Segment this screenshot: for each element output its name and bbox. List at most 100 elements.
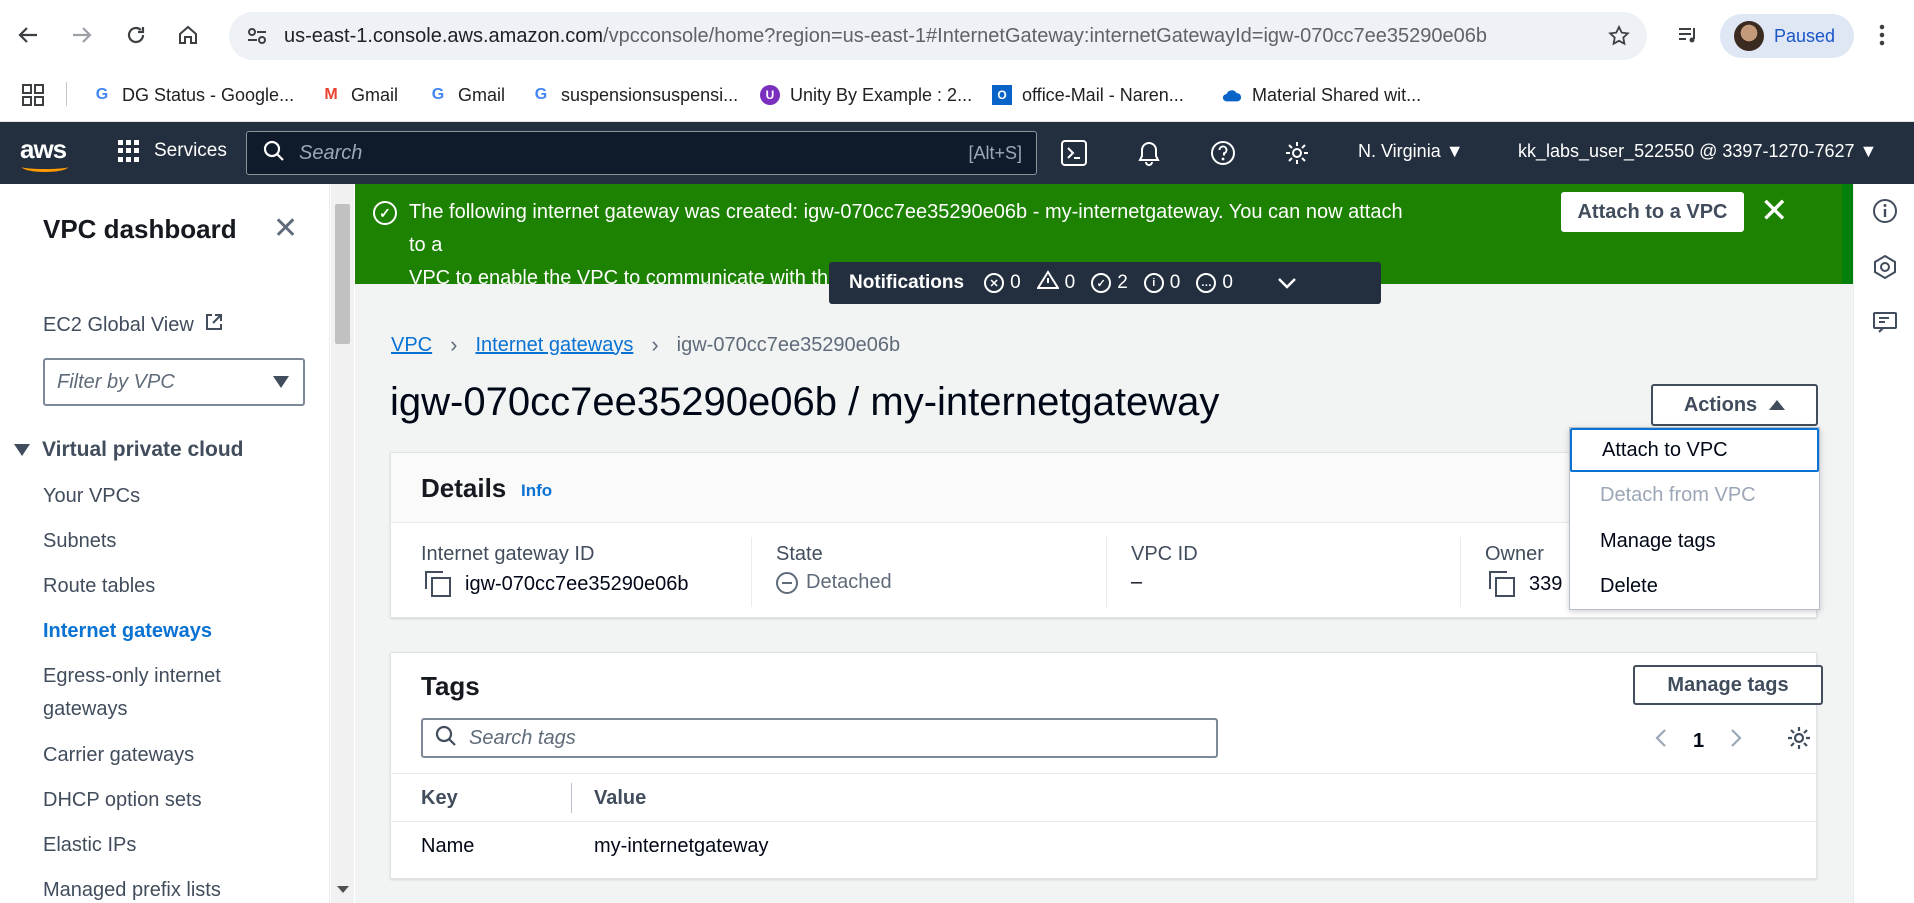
table-header-top-border bbox=[391, 773, 1816, 774]
apps-icon[interactable] bbox=[22, 80, 44, 110]
state-value: Detached bbox=[776, 571, 892, 594]
bookmark-label: Gmail bbox=[458, 84, 506, 105]
reload-icon[interactable] bbox=[118, 17, 154, 53]
column-divider bbox=[751, 537, 752, 607]
close-icon[interactable]: ✕ bbox=[1760, 194, 1789, 228]
sidebar-item-elastic-ips[interactable]: Elastic IPs bbox=[43, 834, 136, 857]
attach-to-vpc-button[interactable]: Attach to a VPC bbox=[1561, 192, 1744, 232]
sidebar-section-label: Virtual private cloud bbox=[42, 438, 244, 461]
bookmark-dg-status[interactable]: G DG Status - Google... bbox=[92, 80, 294, 110]
menu-item-attach-to-vpc[interactable]: Attach to VPC bbox=[1570, 428, 1819, 472]
breadcrumb-internet-gateways-link[interactable]: Internet gateways bbox=[475, 334, 633, 357]
profile-button[interactable]: Paused bbox=[1720, 14, 1854, 58]
breadcrumb-vpc-link[interactable]: VPC bbox=[391, 334, 432, 357]
aws-top-nav: aws Services Search [Alt+S] N. Virginia … bbox=[0, 122, 1914, 184]
sidebar-item-egress-only-cont[interactable]: gateways bbox=[43, 698, 128, 721]
success-count-value: 2 bbox=[1117, 272, 1128, 293]
scrollbar-thumb[interactable] bbox=[335, 204, 350, 344]
home-icon[interactable] bbox=[170, 17, 206, 53]
google-icon: G bbox=[534, 86, 548, 103]
region-selector[interactable]: N. Virginia ▼ bbox=[1358, 141, 1464, 162]
bookmark-gmail-1[interactable]: M Gmail bbox=[321, 80, 398, 110]
bookmark-office-mail[interactable]: Ooffice-Mail - Naren... bbox=[992, 80, 1184, 110]
sidebar-item-route-tables[interactable]: Route tables bbox=[43, 575, 155, 598]
actions-button[interactable]: Actions bbox=[1651, 384, 1818, 426]
aws-search-input[interactable]: Search [Alt+S] bbox=[246, 131, 1037, 175]
chevron-right-icon[interactable] bbox=[1730, 728, 1742, 754]
url-text: us-east-1.console.aws.amazon.com/vpccons… bbox=[284, 25, 1487, 48]
browser-menu-icon[interactable] bbox=[1864, 17, 1900, 53]
sidebar-item-managed-prefix-lists[interactable]: Managed prefix lists bbox=[43, 879, 221, 902]
media-controls-icon[interactable] bbox=[1670, 17, 1706, 53]
check-circle-icon: ✓ bbox=[1091, 273, 1112, 293]
copy-icon[interactable] bbox=[1489, 571, 1515, 597]
hexagon-settings-icon[interactable] bbox=[1872, 254, 1898, 280]
sidebar-section-virtual-private-cloud[interactable]: Virtual private cloud bbox=[14, 438, 244, 462]
feedback-icon[interactable] bbox=[1872, 310, 1898, 336]
back-icon[interactable] bbox=[10, 17, 46, 53]
manage-tags-button[interactable]: Manage tags bbox=[1633, 665, 1823, 705]
column-resizer[interactable] bbox=[571, 783, 572, 813]
search-shortcut: [Alt+S] bbox=[968, 143, 1022, 163]
chevron-left-icon[interactable] bbox=[1655, 728, 1667, 754]
profile-status: Paused bbox=[1774, 25, 1836, 46]
sidebar-item-egress-only[interactable]: Egress-only internet bbox=[43, 665, 221, 688]
copy-icon[interactable] bbox=[425, 571, 451, 597]
column-header-value[interactable]: Value bbox=[594, 787, 646, 810]
bookmark-star-icon[interactable] bbox=[1607, 24, 1631, 53]
help-icon[interactable] bbox=[1208, 138, 1238, 168]
bell-icon[interactable] bbox=[1134, 138, 1164, 168]
sidebar-item-dhcp-option-sets[interactable]: DHCP option sets bbox=[43, 789, 202, 812]
scroll-down-icon[interactable] bbox=[337, 886, 349, 893]
owner-label: Owner bbox=[1485, 543, 1544, 565]
settings-gear-icon[interactable] bbox=[1282, 138, 1312, 168]
url-path: /vpcconsole/home?region=us-east-1#Intern… bbox=[603, 25, 1487, 47]
tags-title: Tags bbox=[421, 671, 480, 701]
error-count-value: 0 bbox=[1010, 272, 1021, 293]
sidebar-item-carrier-gateways[interactable]: Carrier gateways bbox=[43, 744, 194, 767]
settings-gear-icon[interactable] bbox=[1786, 725, 1812, 757]
site-info-icon[interactable] bbox=[245, 24, 269, 53]
sidebar-item-subnets[interactable]: Subnets bbox=[43, 530, 116, 553]
bookmark-material-shared[interactable]: Material Shared wit... bbox=[1222, 80, 1421, 110]
info-icon[interactable] bbox=[1872, 198, 1898, 224]
page-number[interactable]: 1 bbox=[1693, 730, 1704, 753]
forward-icon[interactable] bbox=[64, 17, 100, 53]
notifications-label: Notifications bbox=[849, 272, 965, 293]
chevron-right-icon: › bbox=[651, 332, 659, 357]
aws-logo[interactable]: aws bbox=[20, 134, 67, 165]
filter-by-vpc-select[interactable]: Filter by VPC bbox=[43, 358, 305, 406]
chevron-down-icon[interactable] bbox=[1277, 272, 1297, 295]
bookmark-label: DG Status - Google... bbox=[122, 84, 295, 105]
sidebar-item-your-vpcs[interactable]: Your VPCs bbox=[43, 485, 140, 508]
sidebar-item-ec2-global-view[interactable]: EC2 Global View bbox=[43, 312, 224, 338]
address-bar[interactable]: us-east-1.console.aws.amazon.com/vpccons… bbox=[229, 12, 1647, 60]
vpc-id-label: VPC ID bbox=[1131, 543, 1198, 565]
search-tags-input[interactable]: Search tags bbox=[421, 718, 1218, 758]
sidebar-scrollbar[interactable] bbox=[331, 184, 354, 903]
bookmark-unity[interactable]: U Unity By Example : 2... bbox=[760, 80, 972, 110]
bookmark-label: Unity By Example : 2... bbox=[790, 84, 973, 105]
warning-count: 0 bbox=[1035, 270, 1075, 296]
google-icon: G bbox=[95, 86, 109, 103]
bookmark-suspension[interactable]: Gsuspensionsuspensi... bbox=[531, 80, 738, 110]
cloudshell-icon[interactable] bbox=[1059, 138, 1089, 168]
sidebar-title[interactable]: VPC dashboard bbox=[43, 214, 237, 245]
aws-logo-smile bbox=[22, 162, 68, 172]
owner-text: 339 bbox=[1529, 572, 1563, 595]
breadcrumb-current: igw-070cc7ee35290e06b bbox=[676, 333, 901, 356]
menu-item-manage-tags[interactable]: Manage tags bbox=[1570, 519, 1819, 563]
tag-value-cell: my-internetgateway bbox=[594, 835, 769, 857]
account-menu[interactable]: kk_labs_user_522550 @ 3397-1270-7627 ▼ bbox=[1518, 141, 1877, 162]
menu-item-delete[interactable]: Delete bbox=[1570, 564, 1819, 608]
outlook-icon: O bbox=[992, 85, 1012, 105]
column-header-key[interactable]: Key bbox=[421, 787, 458, 810]
bookmark-label: Gmail bbox=[351, 84, 399, 105]
notifications-bar[interactable]: Notifications ✕ 0 0 ✓ 2 i0 … 0 bbox=[829, 262, 1381, 304]
bookmark-gmail-2[interactable]: G Gmail bbox=[428, 80, 505, 110]
breadcrumb: VPC › Internet gateways › igw-070cc7ee35… bbox=[391, 332, 900, 358]
sidebar-item-internet-gateways[interactable]: Internet gateways bbox=[43, 620, 212, 643]
info-link[interactable]: Info bbox=[521, 481, 552, 501]
services-menu[interactable]: Services bbox=[118, 140, 227, 162]
close-icon[interactable]: ✕ bbox=[273, 214, 298, 244]
